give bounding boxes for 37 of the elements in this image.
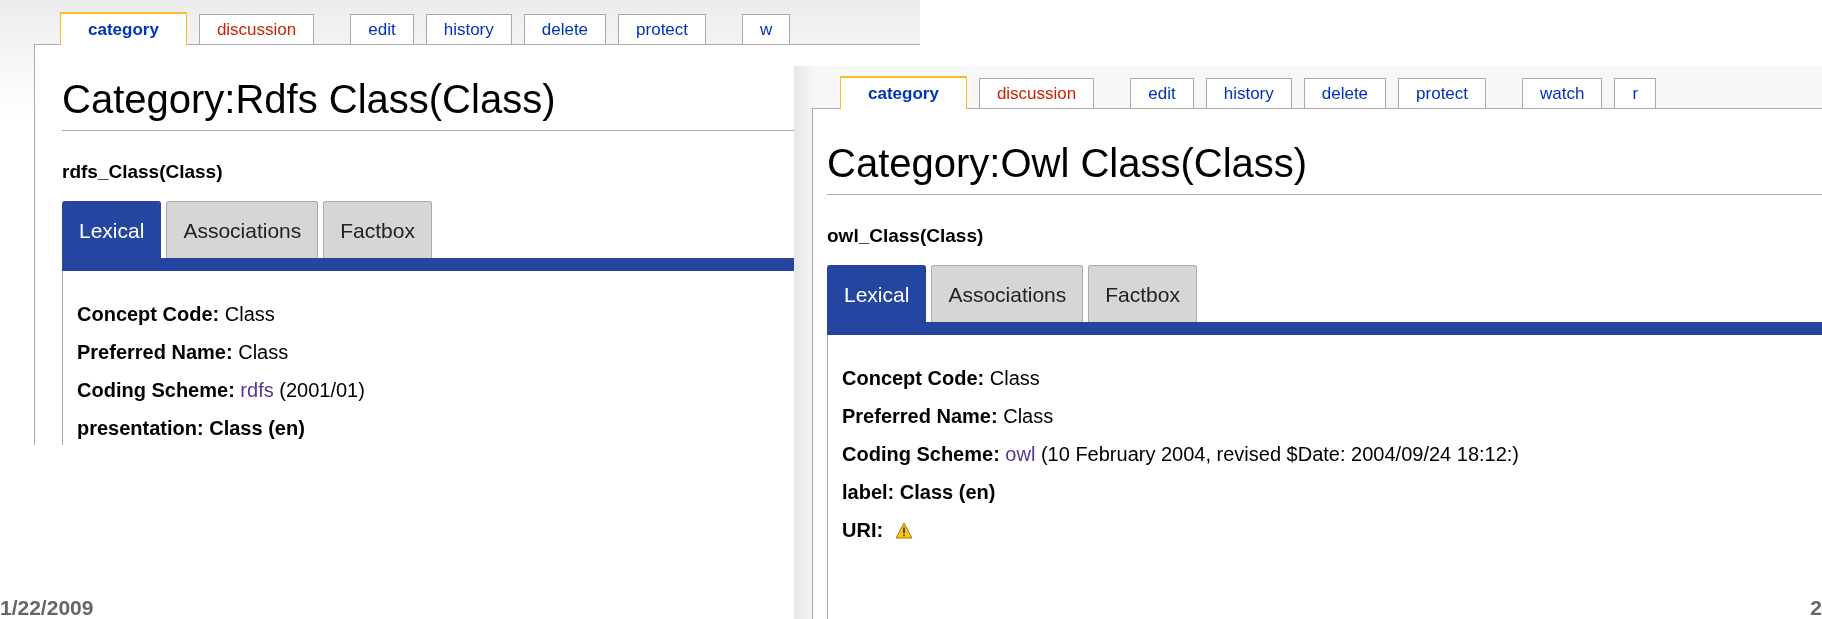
field-line: Concept Code: Class [77,302,275,327]
page-tab[interactable]: discussion [198,14,315,44]
slide-date: 1/22/2009 [0,597,94,619]
page-tab[interactable]: protect [618,14,707,44]
page-tab[interactable]: discussion [978,78,1095,108]
panel-tab[interactable]: Associations [166,201,319,258]
panel-tab[interactable]: Lexical [827,265,927,323]
field-line: Coding Scheme: rdfs (2001/01) [77,378,365,403]
field-line: Preferred Name: Class [842,404,1054,429]
slide-number: 2 [1810,597,1822,619]
panel-tab[interactable]: Factbox [1088,265,1197,322]
page-title: Category:Owl Class(Class) [827,141,1822,195]
page-tab[interactable]: edit [350,14,414,44]
page-tab[interactable]: r [1614,78,1657,108]
scheme-link[interactable]: rdfs [240,379,274,401]
scheme-link[interactable]: owl [1005,443,1036,465]
field-line: Concept Code: Class [842,366,1040,391]
page-tab[interactable]: protect [1398,78,1487,108]
panel-tab[interactable]: Factbox [323,201,432,258]
field-line: presentation: Class (en) [77,416,305,441]
warning-icon [895,521,914,539]
page-tab[interactable]: edit [1130,78,1194,108]
page-tab[interactable]: history [425,14,512,44]
field-line: label: Class (en) [842,480,996,505]
panel-tab[interactable]: Associations [931,265,1084,322]
section-heading: owl_Class(Class) [827,225,985,247]
page-tab[interactable]: watch [1522,78,1603,108]
field-label: URI: [842,518,884,543]
field-line: Coding Scheme: owl (10 February 2004, revised $Date: 2004/09/24 18:12:) [842,442,1520,467]
page-tab[interactable]: delete [523,14,607,44]
page-tab[interactable]: delete [1303,78,1387,108]
page-tab[interactable]: category [60,12,187,45]
panel-tab[interactable]: Lexical [62,201,162,259]
page-tab[interactable]: history [1205,78,1292,108]
page-tab[interactable]: w [742,14,791,44]
field-line: Preferred Name: Class [77,340,289,365]
page-tab[interactable]: category [840,76,967,109]
